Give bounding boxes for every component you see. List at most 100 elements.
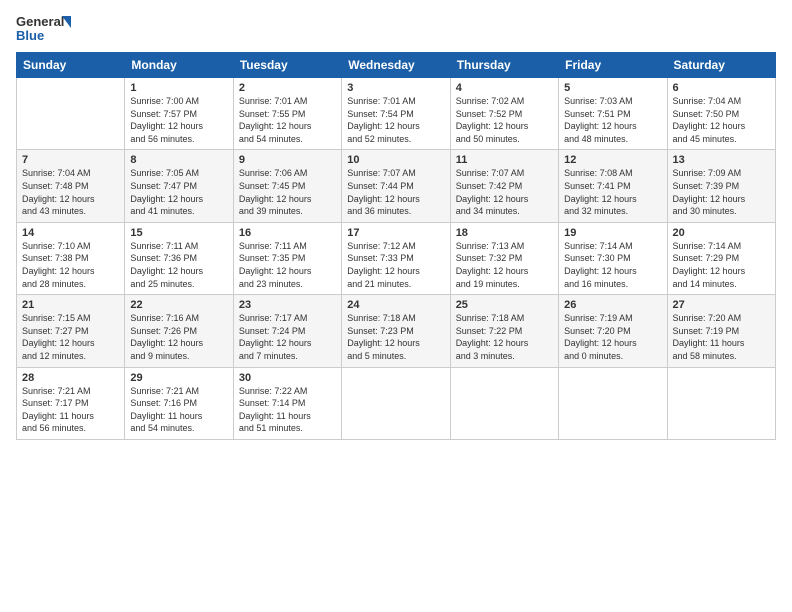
day-info: Sunrise: 7:14 AM Sunset: 7:30 PM Dayligh…: [564, 240, 661, 290]
calendar-cell: 18Sunrise: 7:13 AM Sunset: 7:32 PM Dayli…: [450, 222, 558, 294]
calendar-cell: 30Sunrise: 7:22 AM Sunset: 7:14 PM Dayli…: [233, 367, 341, 439]
day-number: 18: [456, 227, 553, 239]
calendar-cell: [667, 367, 775, 439]
day-number: 30: [239, 372, 336, 384]
calendar-cell: 25Sunrise: 7:18 AM Sunset: 7:22 PM Dayli…: [450, 295, 558, 367]
calendar-cell: 22Sunrise: 7:16 AM Sunset: 7:26 PM Dayli…: [125, 295, 233, 367]
day-number: 29: [130, 372, 227, 384]
calendar-cell: 2Sunrise: 7:01 AM Sunset: 7:55 PM Daylig…: [233, 78, 341, 150]
day-info: Sunrise: 7:04 AM Sunset: 7:50 PM Dayligh…: [673, 95, 770, 145]
calendar-cell: 24Sunrise: 7:18 AM Sunset: 7:23 PM Dayli…: [342, 295, 450, 367]
day-number: 5: [564, 82, 661, 94]
day-header-wednesday: Wednesday: [342, 53, 450, 78]
calendar-cell: 19Sunrise: 7:14 AM Sunset: 7:30 PM Dayli…: [559, 222, 667, 294]
day-header-tuesday: Tuesday: [233, 53, 341, 78]
calendar-cell: 6Sunrise: 7:04 AM Sunset: 7:50 PM Daylig…: [667, 78, 775, 150]
day-number: 28: [22, 372, 119, 384]
day-number: 22: [130, 299, 227, 311]
calendar-cell: 13Sunrise: 7:09 AM Sunset: 7:39 PM Dayli…: [667, 150, 775, 222]
day-number: 3: [347, 82, 444, 94]
day-number: 9: [239, 154, 336, 166]
calendar-cell: 9Sunrise: 7:06 AM Sunset: 7:45 PM Daylig…: [233, 150, 341, 222]
day-info: Sunrise: 7:08 AM Sunset: 7:41 PM Dayligh…: [564, 167, 661, 217]
page: GeneralBlue SundayMondayTuesdayWednesday…: [0, 0, 792, 612]
day-info: Sunrise: 7:05 AM Sunset: 7:47 PM Dayligh…: [130, 167, 227, 217]
calendar-cell: 27Sunrise: 7:20 AM Sunset: 7:19 PM Dayli…: [667, 295, 775, 367]
calendar-week-5: 28Sunrise: 7:21 AM Sunset: 7:17 PM Dayli…: [17, 367, 776, 439]
day-info: Sunrise: 7:21 AM Sunset: 7:17 PM Dayligh…: [22, 385, 119, 435]
day-number: 25: [456, 299, 553, 311]
calendar-cell: [450, 367, 558, 439]
day-number: 19: [564, 227, 661, 239]
calendar-cell: [17, 78, 125, 150]
calendar-cell: 15Sunrise: 7:11 AM Sunset: 7:36 PM Dayli…: [125, 222, 233, 294]
calendar-week-4: 21Sunrise: 7:15 AM Sunset: 7:27 PM Dayli…: [17, 295, 776, 367]
calendar-cell: 21Sunrise: 7:15 AM Sunset: 7:27 PM Dayli…: [17, 295, 125, 367]
calendar-cell: 20Sunrise: 7:14 AM Sunset: 7:29 PM Dayli…: [667, 222, 775, 294]
day-number: 7: [22, 154, 119, 166]
svg-text:Blue: Blue: [16, 28, 44, 43]
calendar-week-1: 1Sunrise: 7:00 AM Sunset: 7:57 PM Daylig…: [17, 78, 776, 150]
calendar-cell: 26Sunrise: 7:19 AM Sunset: 7:20 PM Dayli…: [559, 295, 667, 367]
calendar-cell: 17Sunrise: 7:12 AM Sunset: 7:33 PM Dayli…: [342, 222, 450, 294]
calendar-week-2: 7Sunrise: 7:04 AM Sunset: 7:48 PM Daylig…: [17, 150, 776, 222]
calendar-cell: 3Sunrise: 7:01 AM Sunset: 7:54 PM Daylig…: [342, 78, 450, 150]
calendar-cell: 4Sunrise: 7:02 AM Sunset: 7:52 PM Daylig…: [450, 78, 558, 150]
day-info: Sunrise: 7:04 AM Sunset: 7:48 PM Dayligh…: [22, 167, 119, 217]
calendar-cell: 11Sunrise: 7:07 AM Sunset: 7:42 PM Dayli…: [450, 150, 558, 222]
day-number: 2: [239, 82, 336, 94]
day-header-thursday: Thursday: [450, 53, 558, 78]
svg-text:General: General: [16, 14, 64, 29]
calendar-cell: 14Sunrise: 7:10 AM Sunset: 7:38 PM Dayli…: [17, 222, 125, 294]
day-info: Sunrise: 7:03 AM Sunset: 7:51 PM Dayligh…: [564, 95, 661, 145]
day-number: 10: [347, 154, 444, 166]
day-info: Sunrise: 7:18 AM Sunset: 7:22 PM Dayligh…: [456, 312, 553, 362]
calendar-cell: 10Sunrise: 7:07 AM Sunset: 7:44 PM Dayli…: [342, 150, 450, 222]
day-info: Sunrise: 7:07 AM Sunset: 7:42 PM Dayligh…: [456, 167, 553, 217]
day-info: Sunrise: 7:01 AM Sunset: 7:54 PM Dayligh…: [347, 95, 444, 145]
calendar-cell: [559, 367, 667, 439]
day-number: 27: [673, 299, 770, 311]
day-info: Sunrise: 7:22 AM Sunset: 7:14 PM Dayligh…: [239, 385, 336, 435]
logo: GeneralBlue: [16, 12, 71, 44]
day-number: 23: [239, 299, 336, 311]
day-info: Sunrise: 7:06 AM Sunset: 7:45 PM Dayligh…: [239, 167, 336, 217]
day-info: Sunrise: 7:13 AM Sunset: 7:32 PM Dayligh…: [456, 240, 553, 290]
day-info: Sunrise: 7:09 AM Sunset: 7:39 PM Dayligh…: [673, 167, 770, 217]
day-number: 8: [130, 154, 227, 166]
day-info: Sunrise: 7:18 AM Sunset: 7:23 PM Dayligh…: [347, 312, 444, 362]
calendar-cell: 1Sunrise: 7:00 AM Sunset: 7:57 PM Daylig…: [125, 78, 233, 150]
calendar-cell: [342, 367, 450, 439]
day-info: Sunrise: 7:01 AM Sunset: 7:55 PM Dayligh…: [239, 95, 336, 145]
day-info: Sunrise: 7:12 AM Sunset: 7:33 PM Dayligh…: [347, 240, 444, 290]
day-info: Sunrise: 7:16 AM Sunset: 7:26 PM Dayligh…: [130, 312, 227, 362]
day-info: Sunrise: 7:10 AM Sunset: 7:38 PM Dayligh…: [22, 240, 119, 290]
day-info: Sunrise: 7:07 AM Sunset: 7:44 PM Dayligh…: [347, 167, 444, 217]
calendar-cell: 16Sunrise: 7:11 AM Sunset: 7:35 PM Dayli…: [233, 222, 341, 294]
calendar-cell: 5Sunrise: 7:03 AM Sunset: 7:51 PM Daylig…: [559, 78, 667, 150]
logo-svg: GeneralBlue: [16, 12, 71, 44]
day-info: Sunrise: 7:14 AM Sunset: 7:29 PM Dayligh…: [673, 240, 770, 290]
day-number: 13: [673, 154, 770, 166]
calendar-cell: 7Sunrise: 7:04 AM Sunset: 7:48 PM Daylig…: [17, 150, 125, 222]
calendar-cell: 28Sunrise: 7:21 AM Sunset: 7:17 PM Dayli…: [17, 367, 125, 439]
calendar-cell: 29Sunrise: 7:21 AM Sunset: 7:16 PM Dayli…: [125, 367, 233, 439]
day-number: 26: [564, 299, 661, 311]
day-info: Sunrise: 7:20 AM Sunset: 7:19 PM Dayligh…: [673, 312, 770, 362]
day-number: 12: [564, 154, 661, 166]
day-info: Sunrise: 7:21 AM Sunset: 7:16 PM Dayligh…: [130, 385, 227, 435]
day-number: 11: [456, 154, 553, 166]
day-number: 17: [347, 227, 444, 239]
day-header-friday: Friday: [559, 53, 667, 78]
day-number: 14: [22, 227, 119, 239]
day-number: 4: [456, 82, 553, 94]
day-info: Sunrise: 7:11 AM Sunset: 7:35 PM Dayligh…: [239, 240, 336, 290]
calendar-cell: 8Sunrise: 7:05 AM Sunset: 7:47 PM Daylig…: [125, 150, 233, 222]
day-number: 16: [239, 227, 336, 239]
day-header-monday: Monday: [125, 53, 233, 78]
day-number: 24: [347, 299, 444, 311]
day-number: 6: [673, 82, 770, 94]
calendar-header-row: SundayMondayTuesdayWednesdayThursdayFrid…: [17, 53, 776, 78]
calendar-cell: 23Sunrise: 7:17 AM Sunset: 7:24 PM Dayli…: [233, 295, 341, 367]
day-number: 20: [673, 227, 770, 239]
